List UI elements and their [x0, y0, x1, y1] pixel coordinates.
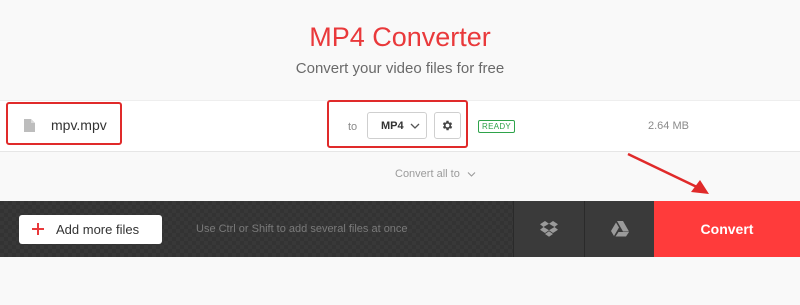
page-subtitle: Convert your video files for free	[295, 60, 505, 77]
convert-all-label: Convert all to	[395, 168, 460, 180]
chevron-down-icon	[467, 171, 476, 177]
add-more-files-button[interactable]: Add more files	[19, 215, 162, 244]
highlight-format-controls	[327, 100, 468, 148]
multi-select-hint: Use Ctrl or Shift to add several files a…	[196, 223, 408, 235]
status-badge: READY	[478, 120, 516, 133]
annotation-arrow	[627, 152, 709, 194]
dropbox-button[interactable]	[513, 201, 584, 257]
google-drive-button[interactable]	[584, 201, 655, 257]
highlight-file-name	[6, 102, 122, 145]
file-size: 2.64 MB	[648, 120, 689, 132]
convert-all-to-dropdown[interactable]: Convert all to	[395, 168, 476, 180]
add-more-files-label: Add more files	[56, 222, 140, 237]
dropbox-icon	[540, 221, 558, 237]
convert-button[interactable]: Convert	[654, 201, 800, 257]
plus-icon	[32, 223, 44, 235]
page-title: MP4 Converter	[309, 22, 491, 52]
action-bar: Add more files Use Ctrl or Shift to add …	[0, 201, 800, 257]
google-drive-icon	[611, 221, 629, 237]
